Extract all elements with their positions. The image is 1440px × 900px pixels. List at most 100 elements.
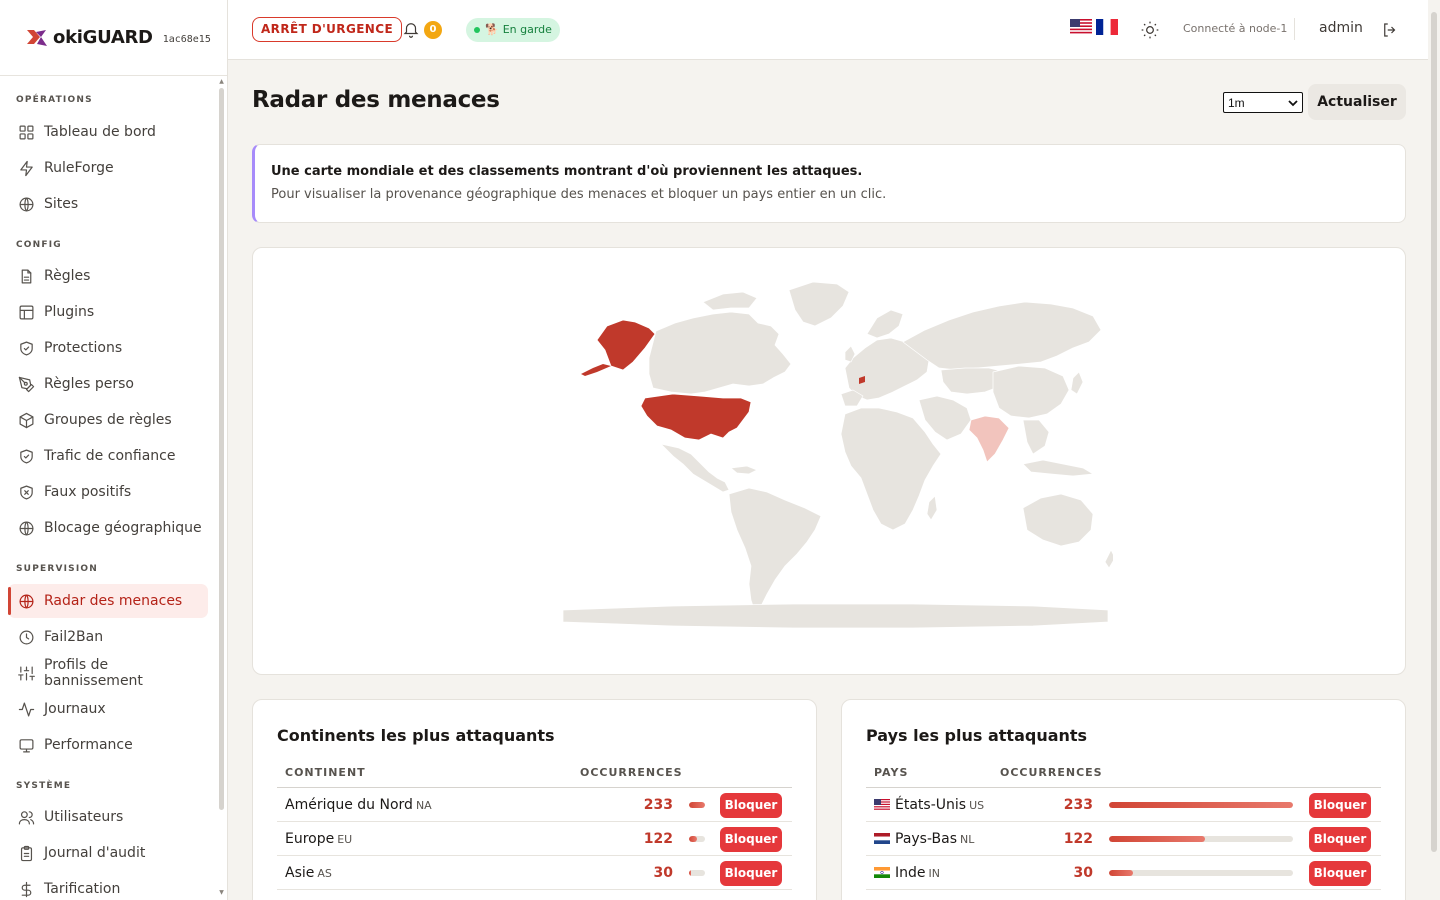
occurrence-bar	[689, 870, 705, 876]
continent-name: Europe EU	[285, 831, 352, 847]
notification-count-badge: 0	[424, 21, 442, 39]
column-header-occurrences: OCCURRENCES	[580, 766, 683, 779]
sidebar-item-label: Groupes de règles	[44, 412, 172, 428]
block-continent-button[interactable]: Bloquer	[720, 861, 782, 886]
emergency-stop-button[interactable]: ARRÊT D'URGENCE	[252, 17, 403, 42]
country-code: IN	[928, 867, 940, 880]
block-country-button[interactable]: Bloquer	[1309, 793, 1371, 818]
users-icon	[18, 810, 35, 824]
time-range-select[interactable]: 1m	[1223, 92, 1303, 113]
block-country-button[interactable]: Bloquer	[1309, 827, 1371, 852]
fr-flag-icon[interactable]	[1096, 19, 1118, 35]
sidebar-item-journaux[interactable]: Journaux	[8, 692, 208, 726]
shield-check-icon	[20, 341, 33, 355]
table-row: États-Unis US 233 Bloquer	[866, 788, 1381, 822]
country-name: Pays-Bas NL	[874, 831, 974, 847]
info-callout: Une carte mondiale et des classements mo…	[252, 144, 1406, 223]
clock-icon	[19, 630, 34, 644]
sidebar-item-faux-positifs[interactable]: Faux positifs	[8, 475, 208, 509]
globe-icon	[19, 594, 34, 608]
world-map[interactable]	[553, 268, 1113, 648]
sidebar-item-protections[interactable]: Protections	[8, 331, 208, 365]
header-divider	[1294, 18, 1295, 40]
occurrence-bar-fill	[689, 870, 692, 876]
map-africa	[840, 407, 942, 531]
sidebar-item-journal-d-audit[interactable]: Journal d'audit	[8, 836, 208, 870]
scroll-up-arrow-icon[interactable]: ▲	[218, 78, 225, 85]
notifications-button[interactable]	[402, 20, 420, 38]
occurrence-bar-fill	[689, 836, 698, 842]
layout-icon	[19, 305, 34, 319]
occurrence-count: 122	[643, 831, 673, 847]
section-title-supervision: SUPERVISION	[16, 564, 98, 574]
column-header-occurrences: OCCURRENCES	[1000, 766, 1103, 779]
time-range-value: 1m	[1228, 95, 1245, 110]
us-flag-icon[interactable]	[1070, 19, 1092, 35]
block-continent-button[interactable]: Bloquer	[720, 793, 782, 818]
globe-icon	[19, 521, 34, 535]
status-dot-icon	[474, 27, 480, 33]
scroll-down-arrow-icon[interactable]: ▼	[218, 889, 225, 896]
block-country-button[interactable]: Bloquer	[1309, 861, 1371, 886]
grid-icon	[19, 125, 34, 139]
block-continent-button[interactable]: Bloquer	[720, 827, 782, 852]
sidebar-item-tableau-de-bord[interactable]: Tableau de bord	[8, 115, 208, 149]
sidebar-item-utilisateurs[interactable]: Utilisateurs	[8, 800, 208, 834]
sidebar-item-label: Règles	[44, 268, 91, 284]
sidebar-item-regles-perso[interactable]: Règles perso	[8, 367, 208, 401]
in-flag-icon	[874, 867, 890, 878]
brand[interactable]: okiGUARD 1ac68e15	[0, 0, 227, 76]
map-antarctica	[562, 603, 1109, 629]
logout-button[interactable]	[1381, 21, 1399, 39]
page-scrollbar[interactable]	[1428, 0, 1440, 900]
sidebar-item-fail2ban[interactable]: Fail2Ban	[8, 620, 208, 654]
bell-icon	[403, 23, 419, 38]
continent-code: EU	[337, 833, 353, 846]
map-south-america	[728, 487, 822, 613]
sidebar-item-plugins[interactable]: Plugins	[8, 295, 208, 329]
guard-status-badge: 🐕 En garde	[466, 18, 560, 42]
occurrence-bar-fill	[1109, 836, 1205, 842]
continent-label: Europe	[285, 831, 335, 847]
country-name: États-Unis US	[874, 797, 984, 813]
logout-icon	[1384, 23, 1396, 37]
theme-toggle-button[interactable]	[1140, 20, 1160, 40]
sidebar-item-performance[interactable]: Performance	[8, 728, 208, 762]
sidebar-item-blocage-geographique[interactable]: Blocage géographique	[8, 511, 208, 545]
country-code: US	[969, 799, 985, 812]
card-title: Continents les plus attaquants	[277, 726, 555, 745]
sidebar-item-groupes-de-regles[interactable]: Groupes de règles	[8, 403, 208, 437]
occurrence-bar	[689, 836, 705, 842]
sidebar-scroll-thumb[interactable]	[219, 88, 224, 810]
info-description: Pour visualiser la provenance géographiq…	[271, 187, 887, 202]
country-code: NL	[960, 833, 975, 846]
map-aleutians	[581, 364, 611, 376]
sidebar-item-label: Tarification	[44, 881, 121, 897]
sidebar-item-sites[interactable]: Sites	[8, 187, 208, 221]
map-mexico	[660, 443, 730, 493]
refresh-button[interactable]: Actualiser	[1308, 84, 1406, 120]
sidebar-item-label: Protections	[44, 340, 123, 356]
map-new-zealand	[1104, 549, 1113, 569]
map-russia	[902, 301, 1102, 371]
country-name: Inde IN	[874, 865, 940, 881]
sidebar-item-tarification[interactable]: Tarification	[8, 872, 208, 900]
continent-name: Amérique du Nord NA	[285, 797, 432, 813]
sidebar-item-ruleforge[interactable]: RuleForge	[8, 151, 208, 185]
sidebar-item-label: Profils de bannissement	[44, 657, 143, 689]
user-menu[interactable]: admin	[1319, 20, 1363, 36]
sidebar-item-profils-de-bannissement[interactable]: Profils de bannissement	[8, 656, 208, 690]
page-scroll-thumb[interactable]	[1431, 12, 1437, 852]
map-madagascar	[926, 495, 938, 521]
section-title-systeme: SYSTÈME	[16, 781, 72, 791]
sidebar-scrollbar[interactable]: ▲ ▼	[218, 78, 225, 896]
sidebar-item-radar-des-menaces[interactable]: Radar des menaces	[8, 584, 208, 618]
top-countries-card: Pays les plus attaquants PAYS OCCURRENCE…	[841, 699, 1406, 900]
map-japan	[1070, 371, 1084, 395]
sidebar-item-regles[interactable]: Règles	[8, 259, 208, 293]
map-usa	[640, 393, 752, 441]
continent-name: Asie AS	[285, 865, 332, 881]
file-icon	[21, 269, 32, 283]
section-title-config: CONFIG	[16, 240, 62, 250]
sidebar-item-trafic-de-confiance[interactable]: Trafic de confiance	[8, 439, 208, 473]
